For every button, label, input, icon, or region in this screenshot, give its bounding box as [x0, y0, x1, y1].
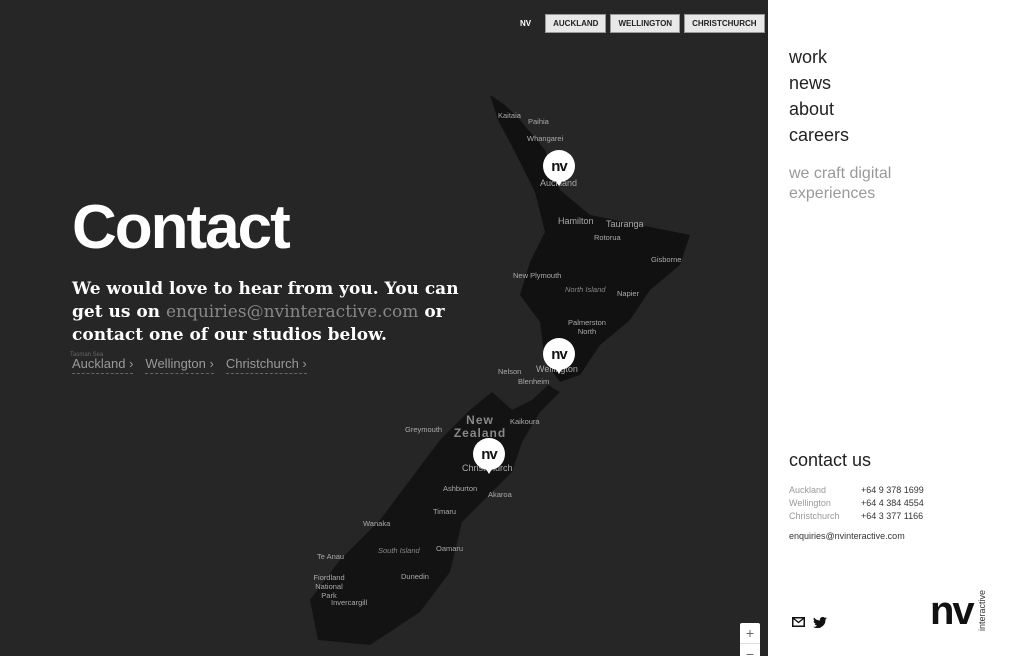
map-label: Napier — [617, 289, 640, 298]
contact-row: Auckland +64 9 378 1699 — [789, 484, 924, 497]
intro-text: We would love to hear from you. You can … — [72, 278, 472, 347]
logo-word: interactive — [976, 590, 987, 632]
map-label: Palmerston North — [568, 318, 606, 336]
zoom-in-button[interactable]: + — [740, 623, 760, 643]
zoom-out-button[interactable]: − — [740, 643, 760, 656]
map-label: North Island — [565, 285, 606, 294]
auckland-button[interactable]: AUCKLAND — [545, 14, 607, 33]
contact-list: Auckland +64 9 378 1699 Wellington +64 4 3… — [789, 484, 924, 523]
social-links — [792, 617, 827, 628]
map-label: Nelson — [498, 367, 522, 376]
map-label: Akaroa — [488, 490, 512, 499]
map-label: Kaitaia — [498, 111, 521, 120]
wellington-pin[interactable]: nv — [543, 338, 577, 378]
map-label: Blenheim — [518, 377, 550, 386]
nv-button[interactable]: NV — [514, 19, 541, 28]
main-nav: work news about careers — [789, 44, 849, 148]
contact-email-link[interactable]: enquiries@nvinteractive.com — [789, 531, 905, 541]
city: Christchurch — [789, 511, 840, 521]
map-label: Fiordland National Park — [313, 573, 345, 600]
map-label: Wanaka — [363, 519, 391, 528]
phone[interactable]: +64 9 378 1699 — [861, 484, 924, 497]
map[interactable]: Kaitaia Paihia Whangarei Auckland Hamilt… — [0, 0, 768, 656]
mail-icon[interactable] — [792, 617, 805, 627]
studio-link-auckland[interactable]: Auckland › — [72, 356, 134, 374]
map-label: Hamilton — [558, 216, 594, 226]
map-label: Timaru — [433, 507, 457, 516]
phone[interactable]: +64 3 377 1166 — [861, 510, 923, 523]
contact-row: Christchurch +64 3 377 1166 — [789, 510, 924, 523]
map-top-nav: NV AUCKLAND WELLINGTON CHRISTCHURCH — [514, 14, 765, 33]
page-title: Contact — [72, 193, 291, 262]
map-label: Whangarei — [527, 134, 564, 143]
studio-link-wellington[interactable]: Wellington › — [145, 356, 214, 374]
map-label: Tauranga — [606, 219, 644, 229]
christchurch-pin[interactable]: nv — [473, 438, 507, 478]
city: Auckland — [789, 485, 827, 495]
intro-email-link[interactable]: enquiries@nvinteractive.com — [166, 302, 418, 322]
contact-heading: contact us — [789, 450, 872, 470]
north-island — [490, 95, 690, 382]
map-label: New Zealand — [453, 413, 507, 440]
studio-links: Auckland › Wellington › Christchurch › — [72, 356, 307, 374]
sidebar: work news about careers we craft digital… — [768, 0, 1024, 656]
map-label: Rotorua — [594, 233, 621, 242]
map-label: Ashburton — [443, 484, 478, 493]
map-label: Dunedin — [401, 572, 429, 581]
map-label: Kaikoura — [510, 417, 540, 426]
wellington-button[interactable]: WELLINGTON — [610, 14, 681, 33]
tagline: we craft digital experiences — [789, 165, 892, 202]
city: Wellington — [789, 498, 831, 508]
nv-interactive-logo[interactable]: nv interactive — [930, 590, 987, 631]
map-label: Te Anau — [317, 552, 345, 561]
map-zoom-control: + − — [740, 623, 760, 656]
nav-work[interactable]: work — [789, 44, 849, 70]
nav-about[interactable]: about — [789, 96, 849, 122]
map-label: South Island — [378, 546, 420, 555]
phone[interactable]: +64 4 384 4554 — [861, 497, 924, 510]
christchurch-button[interactable]: CHRISTCHURCH — [684, 14, 765, 33]
map-label: Greymouth — [405, 425, 443, 434]
nav-careers[interactable]: careers — [789, 122, 849, 148]
map-label: Invercargill — [331, 598, 368, 607]
contact-row: Wellington +64 4 384 4554 — [789, 497, 924, 510]
map-label: New Plymouth — [513, 271, 562, 280]
auckland-pin[interactable]: nv — [543, 150, 577, 190]
studio-link-christchurch[interactable]: Christchurch › — [225, 356, 307, 374]
logo-mark: nv — [930, 589, 975, 634]
map-label: Paihia — [528, 117, 549, 126]
twitter-icon[interactable] — [813, 617, 827, 628]
nav-news[interactable]: news — [789, 70, 849, 96]
map-label: Gisborne — [651, 255, 682, 264]
map-label: Oamaru — [436, 544, 464, 553]
